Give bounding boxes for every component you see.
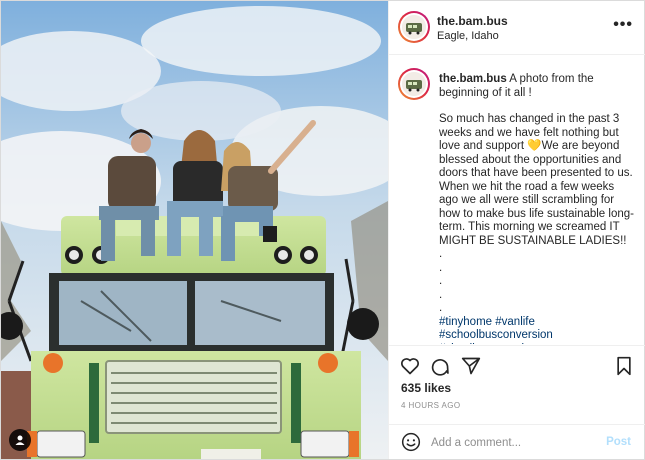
post-side-panel: the.bam.bus Eagle, Idaho ••• the.bam.bus <box>388 1 645 460</box>
post-photo[interactable] <box>1 1 388 459</box>
add-comment-bar: Post <box>389 424 645 460</box>
post-location[interactable]: Eagle, Idaho <box>437 30 499 42</box>
caption-paragraph: So much has changed in the past 3 weeks … <box>439 113 635 248</box>
post-timestamp[interactable]: 4 HOURS AGO <box>401 401 461 410</box>
hashtags-line-2[interactable]: #schoolbusconversion #skoolieconversion <box>439 329 635 344</box>
comment-input[interactable] <box>431 434 591 452</box>
post-actions: 635 likes 4 HOURS AGO Post <box>389 345 645 460</box>
caption-body-2: We are beyond blessed about the opportun… <box>439 140 634 247</box>
caption-dot: . <box>439 275 443 287</box>
post-comment-button[interactable]: Post <box>606 436 631 448</box>
post-username[interactable]: the.bam.bus <box>437 14 508 28</box>
smiley-icon[interactable] <box>401 432 421 452</box>
heart-icon[interactable] <box>399 355 421 377</box>
comment-icon[interactable] <box>429 355 451 377</box>
caption-dot: . <box>439 302 443 314</box>
more-horizontal-icon[interactable]: ••• <box>613 17 633 33</box>
caption-dot: . <box>439 288 443 301</box>
bookmark-icon[interactable] <box>613 355 635 377</box>
caption-text: the.bam.bus A photo from the beginning o… <box>439 73 635 344</box>
bus-logo-icon <box>402 72 426 96</box>
bus-logo-icon <box>402 15 426 39</box>
post-header: the.bam.bus Eagle, Idaho ••• <box>389 1 645 55</box>
caption-avatar[interactable] <box>398 68 430 100</box>
caption-dot: . <box>439 261 443 274</box>
yellow-heart-emoji: 💛 <box>527 140 542 152</box>
likes-count[interactable]: 635 likes <box>401 381 451 395</box>
tagged-users-icon[interactable] <box>9 429 31 451</box>
hashtags-line-1[interactable]: #tinyhome #vanlife <box>439 316 635 330</box>
bus-photo-image <box>1 1 388 459</box>
caption-area: the.bam.bus A photo from the beginning o… <box>389 56 645 344</box>
share-icon[interactable] <box>460 355 482 377</box>
caption-username[interactable]: the.bam.bus <box>439 73 507 85</box>
caption-dot: . <box>439 248 443 260</box>
instagram-post: the.bam.bus Eagle, Idaho ••• the.bam.bus <box>0 0 645 460</box>
avatar[interactable] <box>398 11 430 43</box>
